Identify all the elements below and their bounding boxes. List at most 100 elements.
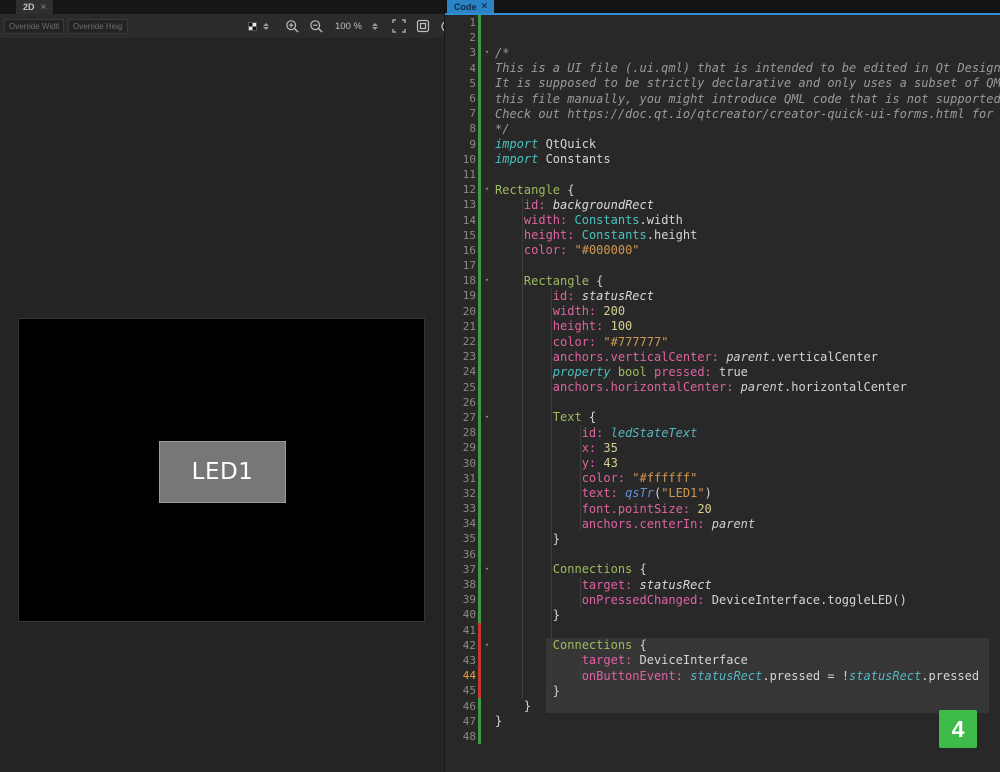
code-line[interactable]: 16 color: "#000000" xyxy=(445,243,1000,258)
zoom-level-stepper[interactable] xyxy=(372,23,378,30)
line-number[interactable]: 34 xyxy=(445,517,476,530)
line-number[interactable]: 40 xyxy=(445,608,476,621)
line-number[interactable]: 37 xyxy=(445,563,476,576)
code-line[interactable]: 33 font.pointSize: 20 xyxy=(445,501,1000,516)
line-number[interactable]: 3 xyxy=(445,46,476,59)
code-line[interactable]: 42▾ Connections { xyxy=(445,638,1000,653)
line-number[interactable]: 45 xyxy=(445,684,476,697)
background-rect-item[interactable]: LED1 xyxy=(18,318,425,622)
code-line[interactable]: 6this file manually, you might introduce… xyxy=(445,91,1000,106)
code-line[interactable]: 34 anchors.centerIn: parent xyxy=(445,516,1000,531)
fold-marker-icon[interactable]: ▾ xyxy=(481,273,493,288)
line-number[interactable]: 43 xyxy=(445,654,476,667)
code-line[interactable]: 10import Constants xyxy=(445,152,1000,167)
code-line[interactable]: 24 property bool pressed: true xyxy=(445,364,1000,379)
code-line[interactable]: 9import QtQuick xyxy=(445,137,1000,152)
line-number[interactable]: 15 xyxy=(445,229,476,242)
code-line[interactable]: 37▾ Connections { xyxy=(445,562,1000,577)
code-line[interactable]: 3▾/* xyxy=(445,45,1000,60)
line-number[interactable]: 1 xyxy=(445,16,476,29)
code-line[interactable]: 18▾ Rectangle { xyxy=(445,273,1000,288)
code-line[interactable]: 14 width: Constants.width xyxy=(445,212,1000,227)
line-number[interactable]: 27 xyxy=(445,411,476,424)
code-line[interactable]: 20 width: 200 xyxy=(445,304,1000,319)
line-number[interactable]: 18 xyxy=(445,274,476,287)
line-number[interactable]: 13 xyxy=(445,198,476,211)
zoom-in-icon[interactable] xyxy=(283,17,301,35)
code-line[interactable]: 27▾ Text { xyxy=(445,410,1000,425)
override-width-input[interactable] xyxy=(4,19,64,34)
code-line[interactable]: 4This is a UI file (.ui.qml) that is int… xyxy=(445,61,1000,76)
line-number[interactable]: 38 xyxy=(445,578,476,591)
line-number[interactable]: 46 xyxy=(445,700,476,713)
line-number[interactable]: 6 xyxy=(445,92,476,105)
line-number[interactable]: 17 xyxy=(445,259,476,272)
line-number[interactable]: 21 xyxy=(445,320,476,333)
code-line[interactable]: 26 xyxy=(445,395,1000,410)
line-number[interactable]: 33 xyxy=(445,502,476,515)
fit-selection-icon[interactable] xyxy=(390,17,408,35)
code-line[interactable]: 12▾Rectangle { xyxy=(445,182,1000,197)
fold-marker-icon[interactable]: ▾ xyxy=(481,638,493,653)
code-line[interactable]: 47} xyxy=(445,714,1000,729)
line-number[interactable]: 35 xyxy=(445,532,476,545)
code-line[interactable]: 40 } xyxy=(445,607,1000,622)
code-line[interactable]: 7Check out https://doc.qt.io/qtcreator/c… xyxy=(445,106,1000,121)
zoom-to-selection-icon[interactable] xyxy=(414,17,432,35)
code-editor[interactable]: 123▾/*4This is a UI file (.ui.qml) that … xyxy=(445,15,1000,772)
code-line[interactable]: 46 } xyxy=(445,698,1000,713)
fold-marker-icon[interactable]: ▾ xyxy=(481,562,493,577)
line-number[interactable]: 23 xyxy=(445,350,476,363)
line-number[interactable]: 8 xyxy=(445,122,476,135)
code-line[interactable]: 11 xyxy=(445,167,1000,182)
line-number[interactable]: 26 xyxy=(445,396,476,409)
canvas-color-picker-icon[interactable] xyxy=(248,22,257,31)
code-line[interactable]: 15 height: Constants.height xyxy=(445,228,1000,243)
override-height-input[interactable] xyxy=(68,19,128,34)
code-line[interactable]: 19 id: statusRect xyxy=(445,288,1000,303)
line-number[interactable]: 20 xyxy=(445,305,476,318)
code-line[interactable]: 43 target: DeviceInterface xyxy=(445,653,1000,668)
line-number[interactable]: 16 xyxy=(445,244,476,257)
line-number[interactable]: 5 xyxy=(445,77,476,90)
line-number[interactable]: 24 xyxy=(445,365,476,378)
fold-marker-icon[interactable]: ▾ xyxy=(481,182,493,197)
line-number[interactable]: 32 xyxy=(445,487,476,500)
line-number[interactable]: 31 xyxy=(445,472,476,485)
tab-code-close-icon[interactable]: × xyxy=(482,1,488,12)
code-line[interactable]: 31 color: "#ffffff" xyxy=(445,471,1000,486)
line-number[interactable]: 28 xyxy=(445,426,476,439)
code-line[interactable]: 32 text: qsTr("LED1") xyxy=(445,486,1000,501)
code-line[interactable]: 17 xyxy=(445,258,1000,273)
zoom-out-icon[interactable] xyxy=(307,17,325,35)
canvas-color-stepper[interactable] xyxy=(263,23,269,30)
line-number[interactable]: 25 xyxy=(445,381,476,394)
fold-marker-icon[interactable]: ▾ xyxy=(481,45,493,60)
code-line[interactable]: 41 xyxy=(445,623,1000,638)
line-number[interactable]: 7 xyxy=(445,107,476,120)
code-line[interactable]: 38 target: statusRect xyxy=(445,577,1000,592)
tab-2d-close-icon[interactable]: × xyxy=(41,2,47,13)
code-line[interactable]: 2 xyxy=(445,30,1000,45)
zoom-level-label[interactable]: 100 % xyxy=(335,21,362,32)
line-number[interactable]: 42 xyxy=(445,639,476,652)
line-number[interactable]: 10 xyxy=(445,153,476,166)
line-number[interactable]: 19 xyxy=(445,289,476,302)
code-line[interactable]: 22 color: "#777777" xyxy=(445,334,1000,349)
tab-code[interactable]: Code × xyxy=(447,0,494,13)
line-number[interactable]: 2 xyxy=(445,31,476,44)
line-number[interactable]: 22 xyxy=(445,335,476,348)
line-number[interactable]: 44 xyxy=(445,669,476,682)
line-number[interactable]: 14 xyxy=(445,214,476,227)
code-line[interactable]: 39 onPressedChanged: DeviceInterface.tog… xyxy=(445,592,1000,607)
code-line[interactable]: 28 id: ledStateText xyxy=(445,425,1000,440)
code-line[interactable]: 44 onButtonEvent: statusRect.pressed = !… xyxy=(445,668,1000,683)
code-line[interactable]: 13 id: backgroundRect xyxy=(445,197,1000,212)
line-number[interactable]: 48 xyxy=(445,730,476,743)
line-number[interactable]: 4 xyxy=(445,62,476,75)
code-line[interactable]: 36 xyxy=(445,547,1000,562)
code-line[interactable]: 25 anchors.horizontalCenter: parent.hori… xyxy=(445,380,1000,395)
code-line[interactable]: 45 } xyxy=(445,683,1000,698)
line-number[interactable]: 11 xyxy=(445,168,476,181)
line-number[interactable]: 41 xyxy=(445,624,476,637)
